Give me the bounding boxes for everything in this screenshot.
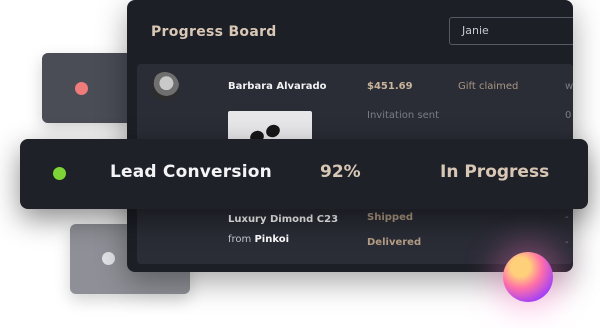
lead-percent: 92% — [320, 162, 361, 182]
status-dot-grey-icon — [102, 252, 115, 265]
lead-status: In Progress — [440, 162, 550, 182]
gradient-orb-icon — [503, 252, 553, 302]
product-status-shipped: Shipped — [367, 212, 414, 223]
progress-board-panel: Progress Board Janie Barbara Alvarado $4… — [127, 0, 573, 272]
order-price: $451.69 — [367, 81, 413, 92]
row-edge-text-2: 0 — [565, 110, 572, 121]
lead-label: Lead Conversion — [110, 162, 272, 182]
product-edge-text-1: - — [565, 212, 569, 223]
lead-conversion-bar[interactable]: Lead Conversion 92% In Progress — [20, 139, 588, 209]
product-edge-text-2: - — [565, 237, 569, 248]
row-status: Gift claimed — [458, 81, 519, 92]
status-dot-red-icon — [75, 82, 88, 95]
sunglasses-lens-right-icon — [264, 122, 282, 140]
product-name[interactable]: Luxury Dimond C23 — [228, 214, 338, 225]
product-from-label: from — [228, 234, 252, 245]
row-status-secondary: Invitation sent — [367, 110, 439, 121]
panel-title: Progress Board — [151, 24, 277, 40]
row-edge-text: w — [565, 81, 573, 92]
product-from-value[interactable]: Pinkoi — [254, 234, 289, 245]
avatar[interactable] — [151, 72, 179, 100]
product-status-delivered: Delivered — [367, 237, 422, 248]
product-from: from Pinkoi — [228, 234, 289, 245]
search-input[interactable]: Janie — [449, 17, 573, 45]
customer-name[interactable]: Barbara Alvarado — [228, 81, 327, 92]
status-dot-green-icon — [53, 167, 66, 180]
